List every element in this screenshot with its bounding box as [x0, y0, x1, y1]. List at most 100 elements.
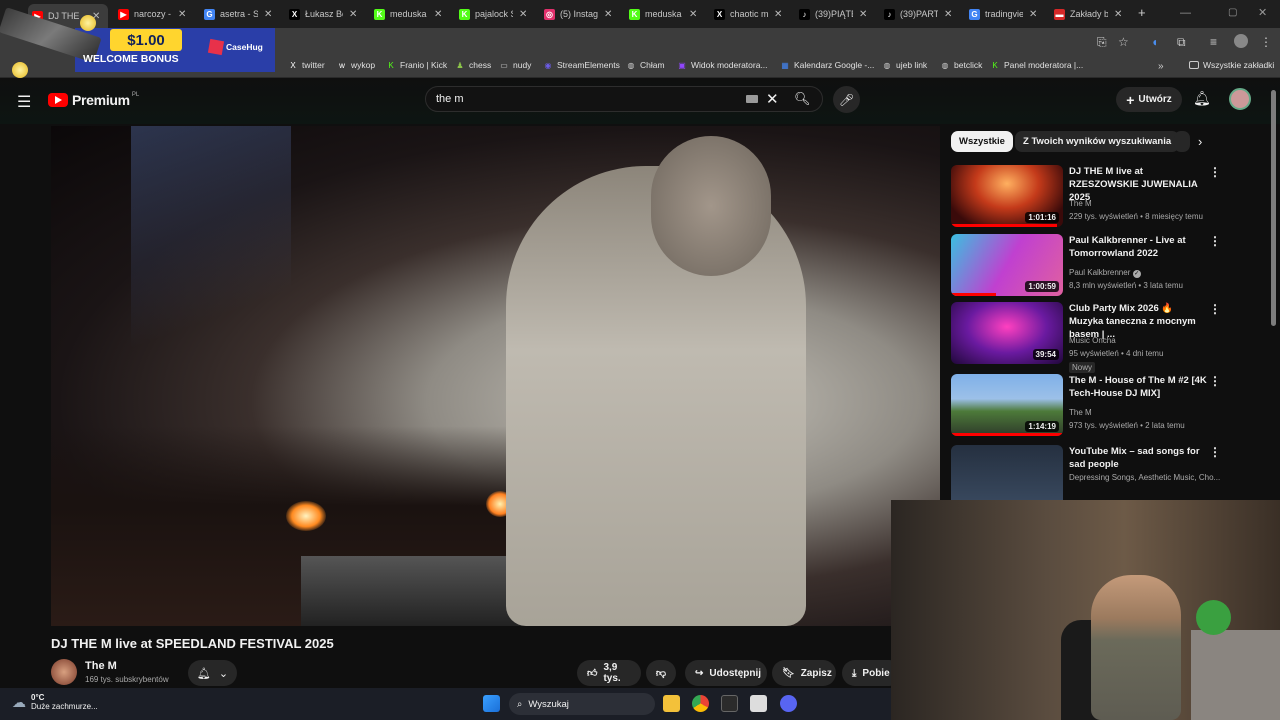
bookmark-label: Franio | Kick: [400, 60, 448, 70]
bookmark-item[interactable]: w wykop: [337, 60, 375, 70]
browser-tab[interactable]: Kmeduska ✕: [625, 4, 705, 24]
notifications-bell-icon[interactable]: 🔔︎: [1193, 90, 1211, 107]
bookmarks-overflow-icon[interactable]: »: [1158, 60, 1164, 74]
restore-icon[interactable]: ▢: [1228, 6, 1237, 20]
video-thumbnail[interactable]: 1:00:59: [951, 234, 1063, 296]
recommended-video[interactable]: 39:54 Club Party Mix 2026 🔥 Muzyka tanecz…: [951, 302, 1251, 373]
more-actions-icon[interactable]: ⋮: [1209, 234, 1221, 248]
bookmark-item[interactable]: ◍ betclick: [940, 60, 983, 70]
more-actions-icon[interactable]: ⋮: [1209, 445, 1221, 459]
close-tab-icon[interactable]: ✕: [1029, 9, 1037, 20]
close-tab-icon[interactable]: ✕: [604, 9, 612, 20]
bookmark-item[interactable]: Xtwitter: [288, 60, 324, 70]
like-button[interactable]: 👍︎ 3,9 tys.: [577, 660, 641, 686]
channel-name[interactable]: Depressing Songs, Aesthetic Music, Cho..…: [1069, 473, 1220, 482]
browser-tab[interactable]: X Łukasz Bor ✕: [285, 4, 365, 24]
bookmark-star-icon[interactable]: ☆: [1118, 35, 1129, 49]
save-button[interactable]: 🔖︎ Zapisz: [772, 660, 836, 686]
install-app-icon[interactable]: ⎘: [1097, 35, 1107, 49]
browser-tab[interactable]: ♪ (39)PIĄTE ✕: [795, 4, 875, 24]
close-tab-icon[interactable]: ✕: [944, 9, 952, 20]
bookmark-item[interactable]: K Franio | Kick: [386, 60, 447, 70]
channel-name[interactable]: The M: [85, 660, 117, 672]
reading-list-icon[interactable]: ≡: [1210, 35, 1217, 49]
channel-name[interactable]: Paul Kalkbrenner ✓: [1069, 268, 1141, 278]
bookmark-item[interactable]: ◍ Chłam: [626, 60, 665, 70]
chrome-menu-icon[interactable]: ⋮: [1260, 35, 1272, 49]
share-button[interactable]: ↪ Udostępnij: [685, 660, 767, 686]
file-explorer-icon[interactable]: [663, 695, 680, 712]
search-icon[interactable]: 🔍︎: [794, 91, 811, 107]
bookmark-item[interactable]: ▦ Kalendarz Google -...: [780, 60, 874, 70]
search-input[interactable]: the m ✕ 🔍︎: [425, 86, 823, 112]
bookmark-item[interactable]: ◍ ujeb link: [882, 60, 928, 70]
browser-tab[interactable]: ♪ (39)PART ✕: [880, 4, 960, 24]
youtube-premium-logo[interactable]: Premium PL: [48, 92, 139, 108]
chips-next-chevron-icon[interactable]: ›: [1198, 134, 1202, 149]
chrome-icon[interactable]: [692, 695, 709, 712]
bookmark-item[interactable]: ◉ StreamElements: [543, 60, 620, 70]
new-tab-plus-icon[interactable]: +: [1138, 6, 1146, 20]
browser-tab[interactable]: Kmeduska ✕: [370, 4, 450, 24]
chip-all[interactable]: Wszystkie: [951, 131, 1013, 152]
video-title[interactable]: YouTube Mix – sad songs for sad people: [1069, 445, 1209, 471]
video-thumbnail[interactable]: 1:14:19: [951, 374, 1063, 436]
create-button[interactable]: + Utwórz: [1116, 87, 1182, 112]
page-scrollbar[interactable]: [1271, 90, 1276, 326]
clear-search-icon[interactable]: ✕: [766, 90, 779, 108]
dislike-button[interactable]: 👎︎: [646, 660, 676, 686]
hamburger-menu-icon[interactable]: ☰: [17, 92, 31, 112]
weather-widget[interactable]: ☁ 0°C Duże zachmurze...: [12, 693, 98, 711]
taskbar-search[interactable]: ⌕ Wyszukaj: [509, 693, 655, 715]
bookmark-item[interactable]: ▭ nudy: [499, 60, 531, 70]
browser-tab[interactable]: Xchaotic m ✕: [710, 4, 790, 24]
browser-tab[interactable]: ▬ Zakłady b ✕: [1050, 4, 1130, 24]
recommended-video[interactable]: 1:01:16 DJ THE M live at RZESZOWSKIE JUWE…: [951, 165, 1251, 229]
close-tab-icon[interactable]: ✕: [859, 9, 867, 20]
channel-avatar[interactable]: [51, 659, 77, 685]
browser-tab[interactable]: Kpajalock S ✕: [455, 4, 535, 24]
video-title[interactable]: The M - House of The M #2 [4K Tech-House…: [1069, 374, 1209, 400]
extensions-puzzle-icon[interactable]: ⧉: [1177, 35, 1186, 49]
bookmark-item[interactable]: ▣ Widok moderatora...: [677, 60, 767, 70]
close-tab-icon[interactable]: ✕: [1114, 9, 1122, 20]
bookmark-item[interactable]: ♟ chess: [455, 60, 491, 70]
channel-name[interactable]: The M: [1069, 408, 1092, 417]
browser-tab[interactable]: ◎ (5) Instagr ✕: [540, 4, 620, 24]
more-actions-icon[interactable]: ⋮: [1209, 165, 1221, 179]
close-tab-icon[interactable]: ✕: [349, 9, 357, 20]
account-avatar[interactable]: [1229, 88, 1251, 110]
more-actions-icon[interactable]: ⋮: [1209, 374, 1221, 388]
chip-partial[interactable]: [1174, 131, 1190, 152]
close-tab-icon[interactable]: ✕: [519, 9, 527, 20]
recommended-video[interactable]: 1:00:59 Paul Kalkbrenner - Live at Tomorr…: [951, 234, 1251, 298]
voice-search-mic-icon[interactable]: 🎤︎: [833, 86, 860, 113]
recommended-video[interactable]: 1:14:19 The M - House of The M #2 [4K Tec…: [951, 374, 1251, 438]
close-tab-icon[interactable]: ✕: [434, 9, 442, 20]
bookmark-item[interactable]: K Panel moderatora |...: [990, 60, 1083, 70]
profile-avatar-icon[interactable]: [1234, 34, 1248, 48]
windows-start-icon[interactable]: [483, 695, 500, 712]
app-icon[interactable]: [750, 695, 767, 712]
extension-icon[interactable]: ◖: [1151, 35, 1158, 49]
close-window-icon[interactable]: ✕: [1258, 6, 1267, 20]
video-thumbnail[interactable]: 39:54: [951, 302, 1063, 364]
video-player[interactable]: [51, 126, 940, 626]
video-thumbnail[interactable]: [951, 445, 1063, 507]
app-icon[interactable]: [721, 695, 738, 712]
close-tab-icon[interactable]: ✕: [774, 9, 782, 20]
browser-tab[interactable]: Gtradingvie ✕: [965, 4, 1045, 24]
chip-from-search[interactable]: Z Twoich wyników wyszukiwania: [1015, 131, 1180, 152]
all-bookmarks-folder[interactable]: Wszystkie zakładki: [1189, 60, 1274, 70]
channel-name[interactable]: The M: [1069, 199, 1092, 208]
minimize-icon[interactable]: —: [1180, 6, 1191, 20]
channel-name[interactable]: Music Oncha: [1069, 336, 1116, 345]
notifications-subscribe-button[interactable]: 🔔︎ ⌄: [188, 660, 237, 686]
casehug-ad-overlay[interactable]: $1.00 WELCOME BONUS CaseHug: [0, 0, 275, 85]
close-tab-icon[interactable]: ✕: [689, 9, 697, 20]
more-actions-icon[interactable]: ⋮: [1209, 302, 1221, 316]
video-title[interactable]: Paul Kalkbrenner - Live at Tomorrowland …: [1069, 234, 1209, 260]
video-thumbnail[interactable]: 1:01:16: [951, 165, 1063, 227]
keyboard-icon[interactable]: [746, 95, 758, 103]
discord-icon[interactable]: [780, 695, 797, 712]
